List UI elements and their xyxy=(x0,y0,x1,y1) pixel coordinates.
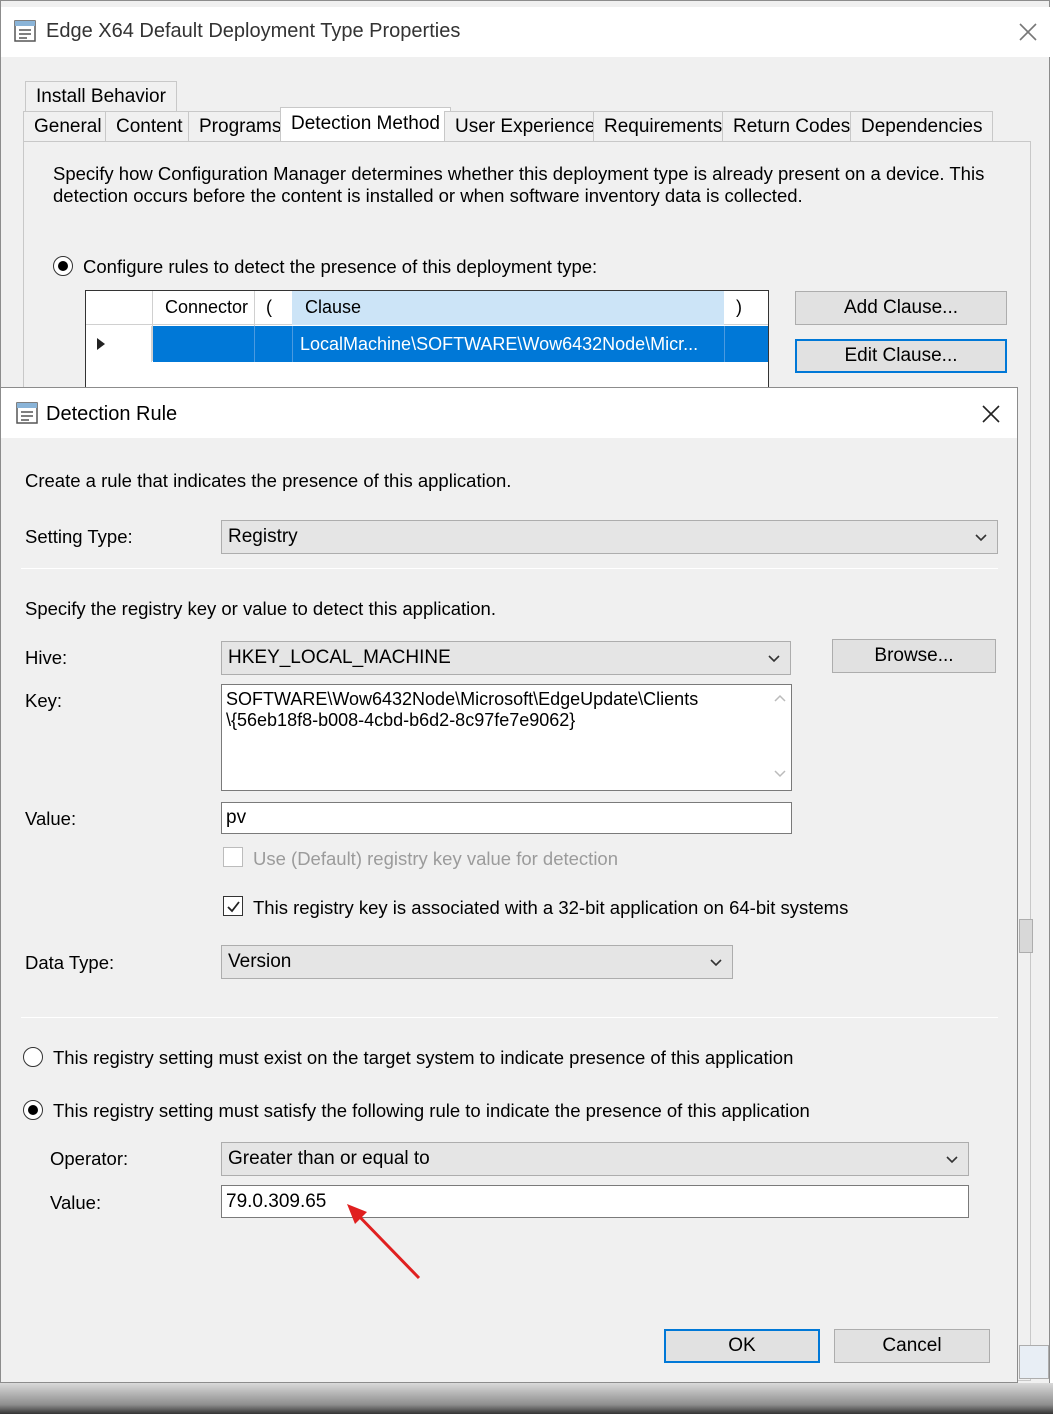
scroll-down-icon[interactable] xyxy=(774,769,786,779)
tab-requirements[interactable]: Requirements xyxy=(593,111,734,141)
chevron-down-icon xyxy=(975,534,987,542)
grid-divider xyxy=(254,326,255,362)
tab-label: Install Behavior xyxy=(36,86,166,107)
grid-divider xyxy=(724,326,725,362)
data-type-value: Version xyxy=(228,951,292,972)
use-default-checkbox[interactable] xyxy=(223,847,243,867)
hive-value: HKEY_LOCAL_MACHINE xyxy=(228,647,451,668)
chevron-down-icon xyxy=(946,1156,958,1164)
hidden-button-edge xyxy=(1019,919,1033,953)
dialog-title-bar: Detection Rule xyxy=(1,388,1017,438)
configure-rules-label: Configure rules to detect the presence o… xyxy=(83,256,598,277)
add-clause-button[interactable]: Add Clause... xyxy=(795,291,1007,325)
grid-divider xyxy=(292,326,293,362)
tab-label: Requirements xyxy=(604,116,723,137)
key-line: \{56eb18f8-b008-4cbd-b6d2-8c97fe7e9062} xyxy=(226,710,576,730)
clause-grid[interactable]: Connector ( Clause ) LocalMachine\SOFTWA… xyxy=(85,290,769,390)
key-scrollbar[interactable] xyxy=(769,685,791,790)
edit-clause-button[interactable]: Edit Clause... xyxy=(795,339,1007,373)
setting-type-value: Registry xyxy=(228,526,298,547)
column-close-paren[interactable]: ) xyxy=(736,297,742,318)
operator-select[interactable]: Greater than or equal to xyxy=(221,1142,969,1176)
data-type-label: Data Type: xyxy=(25,952,115,973)
tab-label: Content xyxy=(116,116,183,137)
properties-title: Edge X64 Default Deployment Type Propert… xyxy=(46,20,461,42)
separator xyxy=(21,568,998,569)
detection-description: Specify how Configuration Manager determ… xyxy=(53,163,984,207)
column-open-paren[interactable]: ( xyxy=(266,297,272,318)
tab-general[interactable]: General xyxy=(23,111,113,141)
detection-rule-dialog: Detection Rule Create a rule that indica… xyxy=(0,387,1018,1383)
configure-rules-radio[interactable] xyxy=(53,256,73,276)
tab-programs[interactable]: Programs xyxy=(188,111,293,141)
value-label: Value: xyxy=(25,808,77,829)
tab-content[interactable]: Content xyxy=(105,111,194,141)
tab-dependencies[interactable]: Dependencies xyxy=(850,111,994,141)
row-header xyxy=(86,326,152,362)
description-line: detection occurs before the content is i… xyxy=(53,185,803,206)
scroll-up-icon[interactable] xyxy=(774,693,786,703)
column-connector[interactable]: Connector xyxy=(165,297,248,318)
column-clause[interactable]: Clause xyxy=(305,297,361,318)
tab-label: General xyxy=(34,116,102,137)
properties-window-icon xyxy=(14,20,36,42)
operator-value: Greater than or equal to xyxy=(228,1148,430,1169)
registry-intro: Specify the registry key or value to det… xyxy=(25,598,496,619)
tab-label: Programs xyxy=(199,116,282,137)
must-exist-radio[interactable] xyxy=(23,1047,43,1067)
cancel-button[interactable]: Cancel xyxy=(834,1329,990,1363)
dialog-title: Detection Rule xyxy=(46,403,178,425)
tab-user-experience[interactable]: User Experience xyxy=(444,111,607,141)
row-pointer-icon xyxy=(97,338,105,350)
properties-title-bar: Edge X64 Default Deployment Type Propert… xyxy=(1,7,1051,57)
chevron-down-icon xyxy=(768,655,780,663)
data-type-select[interactable]: Version xyxy=(221,945,733,979)
key-line: SOFTWARE\Wow6432Node\Microsoft\EdgeUpdat… xyxy=(226,689,699,709)
is32bit-label: This registry key is associated with a 3… xyxy=(253,897,849,918)
rule-value-label: Value: xyxy=(50,1192,102,1213)
tab-label: User Experience xyxy=(455,116,596,137)
must-satisfy-radio[interactable] xyxy=(23,1100,43,1120)
properties-close-icon[interactable] xyxy=(1017,21,1039,43)
value-input[interactable]: pv xyxy=(221,802,792,834)
close-icon[interactable] xyxy=(980,403,1002,425)
chevron-down-icon xyxy=(710,959,722,967)
must-satisfy-label: This registry setting must satisfy the f… xyxy=(53,1100,810,1121)
tab-detection-method[interactable]: Detection Method xyxy=(280,107,451,141)
must-exist-label: This registry setting must exist on the … xyxy=(53,1047,794,1068)
dialog-intro: Create a rule that indicates the presenc… xyxy=(25,470,512,491)
checkmark-icon xyxy=(227,901,240,913)
setting-type-select[interactable]: Registry xyxy=(221,520,998,554)
ok-button[interactable]: OK xyxy=(664,1329,820,1363)
tab-label: Detection Method xyxy=(291,113,440,134)
hive-label: Hive: xyxy=(25,647,68,668)
use-default-label: Use (Default) registry key value for det… xyxy=(253,848,619,869)
table-row[interactable]: LocalMachine\SOFTWARE\Wow6432Node\Micr..… xyxy=(86,326,768,362)
setting-type-label: Setting Type: xyxy=(25,526,133,547)
dialog-window-icon xyxy=(16,402,38,424)
tab-return-codes[interactable]: Return Codes xyxy=(722,111,862,141)
key-label: Key: xyxy=(25,690,63,711)
separator xyxy=(21,1017,998,1018)
operator-label: Operator: xyxy=(50,1148,129,1169)
key-textarea[interactable]: SOFTWARE\Wow6432Node\Microsoft\EdgeUpdat… xyxy=(221,684,792,791)
clause-cell: LocalMachine\SOFTWARE\Wow6432Node\Micr..… xyxy=(300,334,699,354)
browse-button[interactable]: Browse... xyxy=(832,639,996,673)
hive-select[interactable]: HKEY_LOCAL_MACHINE xyxy=(221,641,791,675)
is32bit-checkbox[interactable] xyxy=(223,896,243,916)
hidden-button-edge xyxy=(1019,1345,1049,1379)
tab-install-behavior[interactable]: Install Behavior xyxy=(25,81,177,111)
tab-label: Dependencies xyxy=(861,116,983,137)
annotation-arrow-icon xyxy=(347,1204,421,1280)
tab-label: Return Codes xyxy=(733,116,851,137)
description-line: Specify how Configuration Manager determ… xyxy=(53,163,985,184)
bottom-shadow xyxy=(0,1383,1053,1414)
